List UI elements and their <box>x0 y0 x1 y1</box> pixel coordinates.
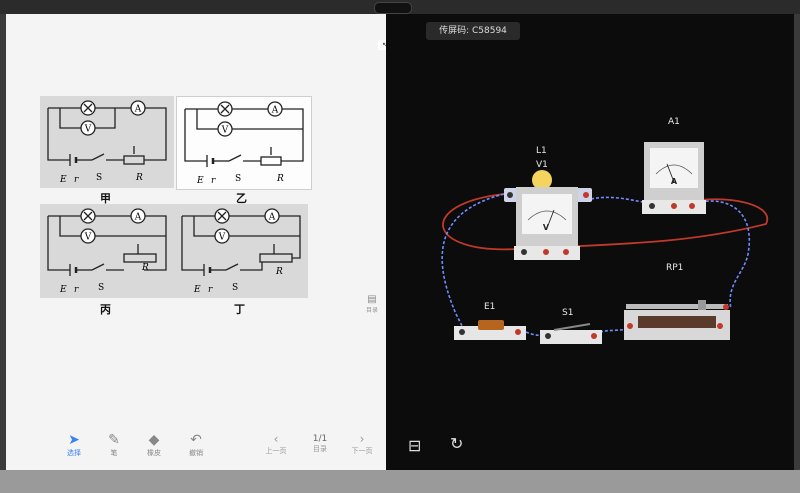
pen-icon: ✎ <box>108 432 120 448</box>
rheostat-label: R <box>276 174 284 184</box>
tool-eraser-label: 橡皮 <box>147 449 161 457</box>
page-menu-button[interactable]: 1/1 目录 <box>305 432 335 454</box>
switch-lever[interactable] <box>553 323 591 331</box>
chevron-right-icon: › <box>359 432 365 446</box>
voltmeter-symbol-label: V <box>84 233 92 243</box>
emf-label: E <box>196 176 204 186</box>
rheostat-label: R <box>135 173 143 183</box>
simulator-canvas[interactable]: V A <box>386 14 794 470</box>
tool-eraser-button[interactable]: ◆ 橡皮 <box>134 432 174 458</box>
page-navigator: ‹ 上一页 1/1 目录 › 下一页 <box>261 432 381 462</box>
switch-label: S <box>232 283 238 293</box>
diagram-caption-bing: 丙 <box>100 303 111 316</box>
circuit-diagram-bing: A V E r S R <box>47 208 167 295</box>
diagram-card-yi: A V E r S R <box>176 96 312 190</box>
undo-icon: ↶ <box>190 432 202 448</box>
reset-button[interactable]: ↻ <box>450 434 463 453</box>
internal-resistance-label: r <box>208 285 213 295</box>
next-page-label: 下一页 <box>351 447 373 455</box>
cast-code-badge: 传屏码: C58594 <box>426 22 520 40</box>
battery-label: E1 <box>484 302 496 312</box>
diagram-caption-ding: 丁 <box>234 303 245 316</box>
rheostat-coil[interactable] <box>638 316 716 328</box>
refresh-icon: ↻ <box>450 434 464 453</box>
voltmeter-symbol-label: V <box>218 233 226 243</box>
internal-resistance-label: r <box>211 176 216 186</box>
bulb-terminal-right[interactable] <box>583 192 589 198</box>
cursor-icon: ➤ <box>68 432 80 448</box>
page-menu-label: 目录 <box>313 445 327 453</box>
eraser-icon: ◆ <box>148 432 160 448</box>
voltmeter-terminal-b[interactable] <box>563 249 569 255</box>
chevron-left-icon: ‹ <box>273 432 279 446</box>
tool-select-label: 选择 <box>67 449 81 457</box>
camera-icon <box>374 2 412 14</box>
tool-undo-button[interactable]: ↶ 撤销 <box>176 432 216 458</box>
diagram-card-ding: A V E r S R <box>174 204 308 298</box>
switch-label: S <box>98 283 104 293</box>
rheostat-terminal-top[interactable] <box>723 304 729 310</box>
bulb-terminal-left[interactable] <box>507 192 513 198</box>
battery-terminal-pos[interactable] <box>515 329 521 335</box>
ammeter-terminal-neg[interactable] <box>649 203 655 209</box>
voltmeter-symbol-label: V <box>84 125 92 135</box>
battery-terminal-neg[interactable] <box>459 329 465 335</box>
tool-pen-button[interactable]: ✎ 笔 <box>94 432 134 458</box>
voltmeter-terminal-a[interactable] <box>543 249 549 255</box>
bulb-label: L1 <box>536 146 547 156</box>
tool-pen-label: 笔 <box>110 449 118 457</box>
prev-page-button[interactable]: ‹ 上一页 <box>261 432 291 456</box>
battery-cell[interactable] <box>478 320 504 330</box>
prev-page-label: 上一页 <box>265 447 287 455</box>
voltmeter-terminal-neg[interactable] <box>521 249 527 255</box>
circuit-diagram-ding: A V E r S R <box>181 208 301 295</box>
voltmeter-glyph: V <box>543 223 550 232</box>
rheostat-label: R <box>275 267 283 277</box>
page-indicator: 1/1 <box>312 434 328 444</box>
ammeter-terminal-b[interactable] <box>689 203 695 209</box>
lock-icon: ⊟ <box>408 436 422 455</box>
diagram-card-jia: A V E r S R <box>40 96 174 188</box>
internal-resistance-label: r <box>74 285 79 295</box>
switch-label: S1 <box>562 308 574 318</box>
ammeter-symbol-label: A <box>134 213 142 223</box>
voltmeter-symbol-label: V <box>221 126 229 136</box>
rheostat-terminal-b[interactable] <box>717 323 723 329</box>
circuit-simulator-panel: V A 传屏码: C58594 L1 V1 A1 RP1 E1 S1 ⊟ ↻ <box>386 14 794 470</box>
ammeter-glyph: A <box>671 177 678 186</box>
ammeter-symbol-label: A <box>268 213 276 223</box>
blue-wire-right[interactable] <box>690 200 751 310</box>
rheostat-terminal-a[interactable] <box>627 323 633 329</box>
tool-undo-label: 撤销 <box>189 449 203 457</box>
diagram-card-bing: A V E r S R <box>40 204 174 298</box>
internal-resistance-label: r <box>74 175 79 185</box>
monitor-bottom-bezel <box>0 470 800 493</box>
side-menu-button[interactable]: ▤ 目录 <box>362 294 382 314</box>
switch-label: S <box>96 173 102 183</box>
tool-select-button[interactable]: ➤ 选择 <box>54 432 94 458</box>
whiteboard-panel: A V E r S R 甲 A V E r S R 乙 A V E r S R … <box>6 14 386 470</box>
voltmeter-label: V1 <box>536 160 548 170</box>
rheostat-label: R <box>141 263 149 273</box>
lock-button[interactable]: ⊟ <box>408 436 421 455</box>
emf-label: E <box>59 285 67 295</box>
side-menu-label: 目录 <box>365 307 378 314</box>
ammeter-label: A1 <box>668 117 680 127</box>
ammeter-symbol-label: A <box>271 106 279 116</box>
rheostat-rail <box>626 304 728 309</box>
ammeter-symbol-label: A <box>134 105 142 115</box>
circuit-diagram-yi: A V E r S R <box>184 101 304 186</box>
circuit-diagram-jia: A V E r S R <box>47 100 167 185</box>
switch-label: S <box>235 174 241 184</box>
screen: A V E r S R 甲 A V E r S R 乙 A V E r S R … <box>6 14 794 470</box>
rheostat-label: RP1 <box>666 263 684 273</box>
emf-label: E <box>59 175 67 185</box>
ammeter-terminal-a[interactable] <box>671 203 677 209</box>
next-page-button[interactable]: › 下一页 <box>347 432 377 456</box>
rheostat-slider[interactable] <box>698 300 706 310</box>
switch-terminal-a[interactable] <box>545 333 551 339</box>
emf-label: E <box>193 285 201 295</box>
list-icon: ▤ <box>367 294 377 305</box>
switch-terminal-b[interactable] <box>591 333 597 339</box>
